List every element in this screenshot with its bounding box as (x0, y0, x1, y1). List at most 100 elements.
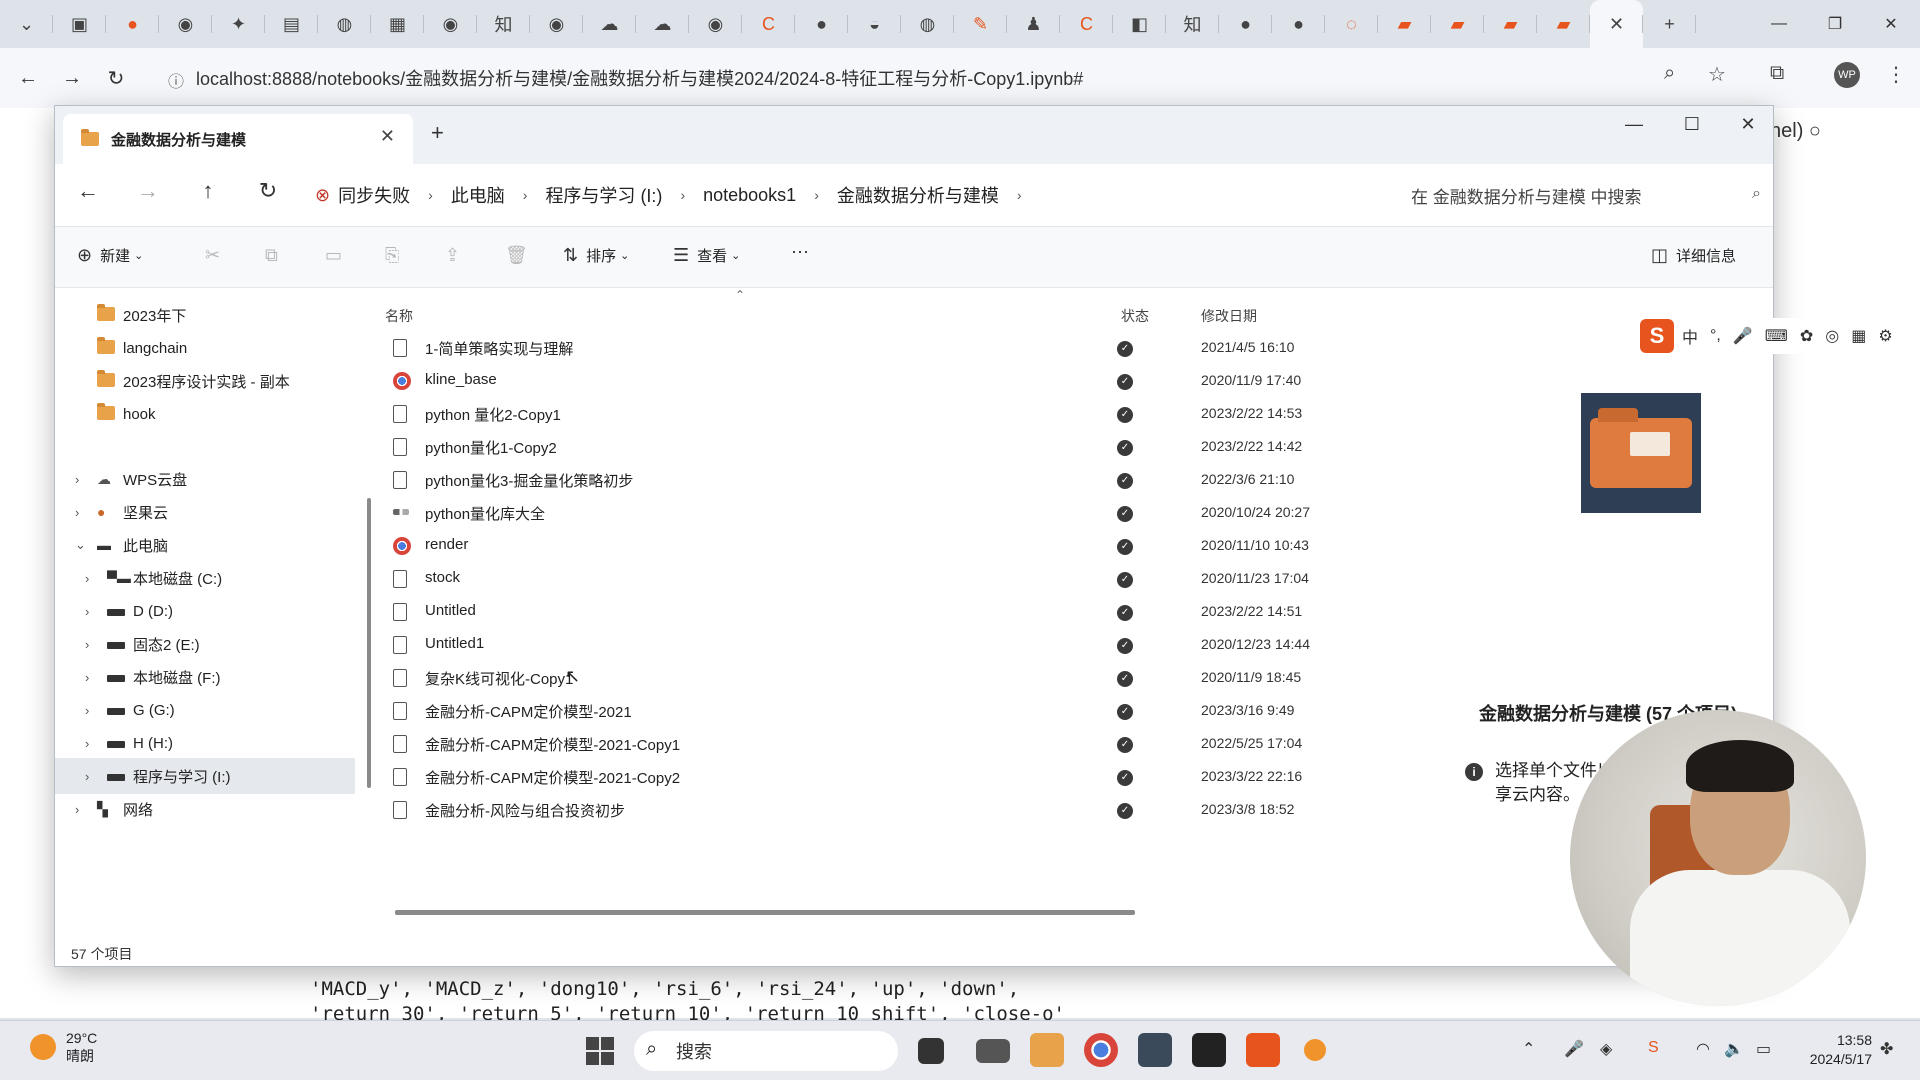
notification-icon[interactable]: ✤ (1880, 1039, 1893, 1059)
tab-favicon-16[interactable]: ◒ (848, 0, 901, 48)
sogou-logo-icon[interactable]: S (1640, 319, 1674, 353)
tab-loading[interactable]: ◌ (1325, 0, 1378, 48)
explorer-refresh-icon[interactable]: ↻ (253, 178, 283, 204)
chevron-right-icon[interactable]: › (428, 187, 433, 203)
file-row[interactable]: kline_base ✓ 2020/11/9 17:40 (385, 365, 1435, 398)
explorer-tab[interactable]: 金融数据分析与建模 ✕ (63, 114, 413, 164)
new-tab-icon[interactable]: + (1643, 0, 1696, 48)
chevron-right-icon[interactable]: › (85, 769, 89, 784)
chevron-right-icon[interactable]: › (85, 604, 89, 619)
column-header-name[interactable]: 名称 (385, 306, 413, 326)
column-header-status[interactable]: 状态 (1121, 306, 1149, 326)
wifi-icon[interactable]: ◠ (1696, 1039, 1710, 1059)
chevron-right-icon[interactable]: › (680, 187, 685, 203)
tab-favicon-1[interactable]: ▣ (53, 0, 106, 48)
tab-globe[interactable]: ◍ (901, 0, 954, 48)
forward-icon[interactable]: → (50, 67, 94, 90)
search-input[interactable]: 在 金融数据分析与建模 中搜索 ⌕ (1341, 177, 1773, 213)
file-row[interactable]: 复杂K线可视化-Copy1 ✓ 2020/11/9 18:45 (385, 662, 1435, 695)
cut-icon[interactable]: ✂ (205, 245, 220, 266)
explorer-maximize-icon[interactable]: ☐ (1663, 114, 1721, 146)
tray-mic-icon[interactable]: 🎤 (1564, 1039, 1584, 1059)
close-window-icon[interactable]: ✕ (1862, 0, 1920, 48)
clock[interactable]: 13:58 2024/5/17 (1796, 1031, 1872, 1069)
taskbar-search[interactable]: ⌕ 搜索 (634, 1031, 898, 1071)
sort-button[interactable]: ⇅ 排序 ⌄ (563, 245, 629, 266)
microphone-icon[interactable]: 🎤 (1733, 326, 1753, 346)
nav-item-hook[interactable]: hook (55, 396, 355, 432)
explorer-forward-icon[interactable]: → (133, 178, 163, 204)
nav-item-2023-xia[interactable]: 2023年下 (55, 297, 355, 333)
share-icon[interactable]: ⇪ (445, 245, 460, 266)
tab-c-2[interactable]: C (1060, 0, 1113, 48)
app-icon-3[interactable] (1304, 1039, 1326, 1061)
back-icon[interactable]: ← (6, 67, 50, 90)
tab-github-4[interactable]: ◉ (689, 0, 742, 48)
file-row[interactable]: 金融分析-风险与组合投资初步 ✓ 2023/3/8 18:52 (385, 794, 1435, 827)
ime-settings-icon[interactable]: ⚙ (1878, 326, 1892, 346)
more-options-button[interactable]: ··· (791, 241, 809, 262)
minimize-icon[interactable]: — (1750, 0, 1808, 48)
explorer-new-tab-icon[interactable]: + (431, 120, 444, 146)
wps-icon[interactable] (1246, 1033, 1280, 1067)
tab-zhihu-2[interactable]: 知 (1166, 0, 1219, 48)
nav-item-network[interactable]: › ▚ 网络 (55, 791, 355, 827)
chevron-right-icon[interactable]: › (75, 472, 79, 487)
view-button[interactable]: ☰ 查看 ⌄ (673, 245, 740, 266)
tab-favicon-4[interactable]: ✦ (212, 0, 265, 48)
chevron-right-icon[interactable]: › (85, 637, 89, 652)
tab-favicon-24[interactable]: ● (1272, 0, 1325, 48)
file-row[interactable]: 1-简单策略实现与理解 ✓ 2021/4/5 16:10 (385, 332, 1435, 365)
tab-list-icon[interactable]: ⌄ (0, 0, 53, 48)
tab-favicon-6[interactable]: ◍ (318, 0, 371, 48)
reload-icon[interactable]: ↻ (94, 66, 138, 91)
tab-github-2[interactable]: ◉ (424, 0, 477, 48)
bookmark-star-icon[interactable]: ☆ (1708, 62, 1726, 87)
keyboard-icon[interactable]: ⌨ (1765, 326, 1788, 346)
tab-github-3[interactable]: ◉ (530, 0, 583, 48)
nav-item-drive-f[interactable]: › 本地磁盘 (F:) (55, 659, 355, 695)
tab-favicon-23[interactable]: ● (1219, 0, 1272, 48)
chevron-right-icon[interactable]: › (85, 571, 89, 586)
nav-item-drive-d[interactable]: › D (D:) (55, 593, 355, 629)
tab-book-3[interactable]: ▰ (1484, 0, 1537, 48)
tab-github-1[interactable]: ◉ (159, 0, 212, 48)
site-info-icon[interactable]: ⓘ (168, 68, 184, 92)
file-row[interactable]: 金融分析-CAPM定价模型-2021-Copy1 ✓ 2022/5/25 17:04 (385, 728, 1435, 761)
file-explorer-taskbar-icon[interactable] (1030, 1033, 1064, 1067)
skin-icon[interactable]: ✿ (1800, 326, 1813, 346)
tray-app-icon[interactable]: ◈ (1600, 1039, 1612, 1059)
column-header-modified[interactable]: 修改日期 (1201, 306, 1257, 326)
tray-sogou-icon[interactable]: S (1648, 1039, 1659, 1057)
chevron-right-icon[interactable]: › (523, 187, 528, 203)
file-row[interactable]: stock ✓ 2020/11/23 17:04 (385, 563, 1435, 596)
breadcrumb-item-drive[interactable]: 程序与学习 (I:) (545, 182, 662, 208)
chevron-right-icon[interactable]: › (75, 505, 79, 520)
tab-c-1[interactable]: C (742, 0, 795, 48)
tab-favicon-2[interactable]: ● (106, 0, 159, 48)
breadcrumb-item-notebooks[interactable]: notebooks1 (703, 185, 796, 206)
ime-punctuation-toggle[interactable]: °, (1710, 327, 1721, 345)
explorer-up-icon[interactable]: ↑ (193, 178, 223, 204)
details-pane-button[interactable]: ◫ 详细信息 (1651, 245, 1736, 266)
nav-pane-scrollbar[interactable] (367, 498, 371, 788)
profile-avatar[interactable]: WP (1834, 62, 1860, 88)
ime-mode-toggle[interactable]: 中 (1682, 324, 1698, 348)
tab-zhihu-1[interactable]: 知 (477, 0, 530, 48)
chrome-taskbar-icon[interactable] (1084, 1033, 1118, 1067)
chevron-right-icon[interactable]: › (1017, 187, 1022, 203)
tab-chat[interactable]: ● (795, 0, 848, 48)
tab-book-1[interactable]: ▰ (1378, 0, 1431, 48)
search-icon[interactable]: ⌕ (1752, 185, 1761, 203)
app-icon-2[interactable] (1138, 1033, 1172, 1067)
breadcrumb-item-current[interactable]: 金融数据分析与建模 (837, 182, 999, 208)
explorer-back-icon[interactable]: ← (73, 178, 103, 204)
rename-icon[interactable]: ⎘ (385, 245, 399, 266)
file-row[interactable]: Untitled ✓ 2023/2/22 14:51 (385, 596, 1435, 629)
paste-icon[interactable]: ▭ (325, 245, 342, 266)
nav-item-drive-h[interactable]: › H (H:) (55, 725, 355, 761)
tab-favicon-19[interactable]: ♟ (1007, 0, 1060, 48)
nav-item-jianguoyun[interactable]: › ● 坚果云 (55, 494, 355, 530)
file-row[interactable]: render ✓ 2020/11/10 10:43 (385, 530, 1435, 563)
nav-item-wps-cloud[interactable]: › ☁ WPS云盘 (55, 461, 355, 497)
